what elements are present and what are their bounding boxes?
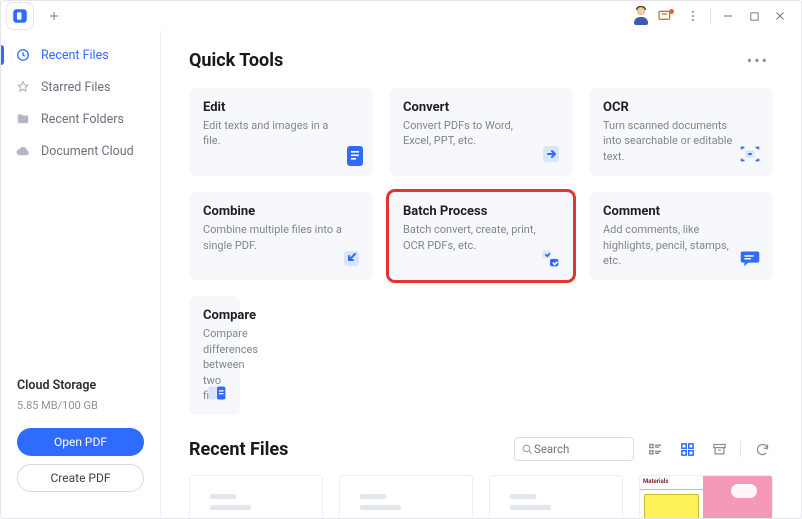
notification-icon[interactable] [654, 3, 680, 29]
search-input-wrap[interactable] [514, 437, 634, 461]
refresh-icon[interactable] [751, 438, 773, 460]
tool-card-compare[interactable]: Compare Compare differences between two … [189, 296, 240, 415]
doc-placeholder-icon [210, 494, 302, 518]
sidebar-footer: Cloud Storage 5.85 MB/100 GB Open PDF Cr… [1, 364, 160, 518]
kebab-menu-icon[interactable] [680, 3, 706, 29]
search-input[interactable] [534, 442, 612, 456]
color-document-preview: Materials [640, 476, 772, 518]
recent-files-header: Recent Files [189, 437, 773, 461]
star-icon [15, 79, 31, 95]
quick-tools-header: Quick Tools ••• [189, 49, 773, 72]
cloud-icon [15, 143, 31, 159]
recent-files-heading: Recent Files [189, 439, 288, 460]
convert-icon [537, 142, 563, 166]
title-bar [1, 1, 801, 31]
file-thumb[interactable] [489, 475, 623, 518]
tool-desc: Convert PDFs to Word, Excel, PPT, etc. [403, 118, 543, 149]
titlebar-divider [710, 8, 711, 24]
combine-icon [337, 246, 363, 270]
tool-desc: Batch convert, create, print, OCR PDFs, … [403, 222, 543, 253]
user-avatar[interactable] [628, 3, 654, 29]
list-view-icon[interactable] [644, 438, 666, 460]
sidebar-item-document-cloud[interactable]: Document Cloud [1, 135, 160, 167]
tool-title: Compare [203, 308, 226, 323]
tool-desc: Combine multiple files into a single PDF… [203, 222, 343, 253]
tool-title: Comment [603, 204, 759, 219]
quick-tools-heading: Quick Tools [189, 50, 283, 71]
open-pdf-button[interactable]: Open PDF [17, 428, 144, 456]
volcano-illustration [709, 486, 766, 518]
sidebar: Recent Files Starred Files Recent Folder… [1, 31, 161, 518]
recent-files-grid: Materials [189, 475, 773, 518]
tool-card-comment[interactable]: Comment Add comments, like highlights, p… [589, 192, 773, 280]
app-logo[interactable] [7, 3, 33, 29]
tool-title: Batch Process [403, 204, 559, 219]
archive-icon[interactable] [708, 438, 730, 460]
tool-title: OCR [603, 100, 759, 115]
sidebar-item-label: Recent Folders [41, 112, 124, 127]
main-area: Quick Tools ••• Edit Edit texts and imag… [161, 31, 801, 518]
tool-card-convert[interactable]: Convert Convert PDFs to Word, Excel, PPT… [389, 88, 573, 176]
ocr-icon [737, 142, 763, 166]
grid-view-icon[interactable] [676, 438, 698, 460]
edit-icon [337, 142, 363, 166]
tool-grid: Edit Edit texts and images in a file. Co… [189, 88, 773, 280]
recent-icon [15, 47, 31, 63]
folder-icon [15, 111, 31, 127]
tool-grid-row2: Compare Compare differences between two … [189, 296, 773, 415]
tool-title: Edit [203, 100, 359, 115]
tool-desc: Edit texts and images in a file. [203, 118, 343, 149]
cloud-storage-title: Cloud Storage [17, 378, 144, 393]
comment-icon [737, 246, 763, 270]
tool-title: Combine [203, 204, 359, 219]
doc-placeholder-icon [360, 494, 452, 518]
tool-card-batch-process[interactable]: Batch Process Batch convert, create, pri… [389, 192, 573, 280]
sidebar-item-label: Recent Files [41, 48, 109, 63]
tool-card-ocr[interactable]: OCR Turn scanned documents into searchab… [589, 88, 773, 176]
new-tab-button[interactable] [43, 5, 65, 27]
tool-title: Convert [403, 100, 559, 115]
tool-card-edit[interactable]: Edit Edit texts and images in a file. [189, 88, 373, 176]
thumb-label: Materials [640, 476, 703, 490]
search-icon [521, 443, 534, 456]
file-thumb[interactable] [189, 475, 323, 518]
sidebar-item-label: Document Cloud [41, 144, 134, 159]
create-pdf-button[interactable]: Create PDF [17, 464, 144, 492]
tool-desc: Add comments, like highlights, pencil, s… [603, 222, 743, 268]
tool-desc: Turn scanned documents into searchable o… [603, 118, 743, 164]
batch-icon [537, 246, 563, 270]
app-window: Recent Files Starred Files Recent Folder… [0, 0, 802, 519]
close-button[interactable] [767, 3, 793, 29]
tool-card-combine[interactable]: Combine Combine multiple files into a si… [189, 192, 373, 280]
sidebar-item-recent-folders[interactable]: Recent Folders [1, 103, 160, 135]
sidebar-item-recent-files[interactable]: Recent Files [1, 39, 160, 71]
file-thumb-color[interactable]: Materials [639, 475, 773, 518]
doc-placeholder-icon [510, 494, 602, 518]
sidebar-item-starred-files[interactable]: Starred Files [1, 71, 160, 103]
quick-tools-more-icon[interactable]: ••• [743, 49, 773, 72]
maximize-button[interactable] [741, 3, 767, 29]
sidebar-item-label: Starred Files [41, 80, 111, 95]
cloud-storage-usage: 5.85 MB/100 GB [17, 399, 144, 412]
rf-divider [740, 441, 741, 457]
file-thumb-locked[interactable] [339, 475, 473, 518]
compare-icon [204, 381, 230, 405]
minimize-button[interactable] [715, 3, 741, 29]
